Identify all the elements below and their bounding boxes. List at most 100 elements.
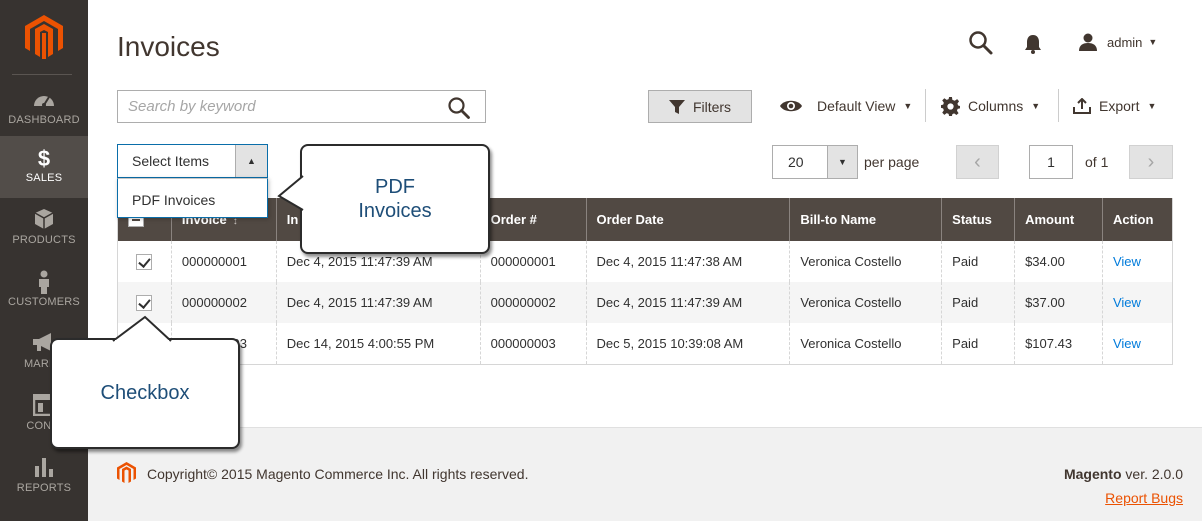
user-icon <box>1079 33 1097 51</box>
search-submit-button[interactable] <box>447 96 471 120</box>
callout-pointer <box>277 175 308 211</box>
filter-icon <box>668 99 685 114</box>
cell-amount: $37.00 <box>1014 282 1103 323</box>
cell-order: 000000003 <box>480 323 587 364</box>
mass-action-toggle[interactable]: ▲ <box>235 145 267 177</box>
row-select-cell <box>117 241 172 282</box>
per-page-value: 20 <box>788 154 804 170</box>
notifications-button[interactable] <box>1022 33 1044 55</box>
sidebar-item-sales[interactable]: $ SALES <box>0 136 88 198</box>
search-input[interactable] <box>118 91 428 122</box>
per-page-toggle[interactable]: ▼ <box>827 146 857 178</box>
magento-logo[interactable] <box>0 0 88 74</box>
copyright-text: Copyright© 2015 Magento Commerce Inc. Al… <box>147 466 529 482</box>
previous-page-button[interactable]: ‹ <box>956 145 999 179</box>
dashboard-icon <box>0 88 88 114</box>
column-header-order-date[interactable]: Order Date <box>586 198 791 241</box>
mass-action-menu: PDF Invoices <box>117 178 268 218</box>
sidebar-item-label: PRODUCTS <box>12 234 76 246</box>
dollar-icon: $ <box>37 146 51 171</box>
table-row: 000000001 Dec 4, 2015 11:47:39 AM 000000… <box>117 241 1173 282</box>
cell-amount: $107.43 <box>1014 323 1103 364</box>
box-icon <box>0 208 88 234</box>
callout-pointer <box>112 315 172 346</box>
row-checkbox[interactable] <box>136 253 153 270</box>
column-header-label: Amount <box>1025 212 1075 227</box>
callout-text: Checkbox <box>100 382 190 404</box>
version-number: ver. 2.0.0 <box>1121 466 1183 482</box>
search-icon <box>448 97 470 119</box>
cell-invoice-date: Dec 14, 2015 4:00:55 PM <box>276 323 481 364</box>
sidebar-item-dashboard[interactable]: DASHBOARD <box>0 78 88 140</box>
chevron-up-icon: ▲ <box>247 156 256 166</box>
cell-order: 000000002 <box>480 282 587 323</box>
bell-icon <box>1025 35 1041 54</box>
export-label: Export <box>1099 98 1140 114</box>
cell-status: Paid <box>941 282 1016 323</box>
table-row: 000000003 Dec 14, 2015 4:00:55 PM 000000… <box>117 323 1173 364</box>
column-header-status[interactable]: Status <box>941 198 1016 241</box>
view-link[interactable]: View <box>1113 254 1141 269</box>
grid-header-row: Invoice ↕ In Order # Order Date Bill-to N… <box>117 198 1173 241</box>
cell-status: Paid <box>941 323 1016 364</box>
column-header-label: Status <box>952 212 992 227</box>
version-text: Magento ver. 2.0.0 <box>1064 466 1183 482</box>
global-search-button[interactable] <box>968 30 994 56</box>
sidebar-item-customers[interactable]: CUSTOMERS <box>0 260 88 322</box>
chevron-down-icon: ▼ <box>903 101 913 111</box>
next-page-button[interactable]: › <box>1129 145 1173 179</box>
cell-action: View <box>1102 282 1173 323</box>
sidebar-item-label: DASHBOARD <box>8 114 80 126</box>
callout-line: PDF <box>375 176 415 198</box>
column-header-order[interactable]: Order # <box>480 198 587 241</box>
keyword-search <box>117 90 486 123</box>
default-view-label: Default View <box>817 98 896 114</box>
per-page-label: per page <box>864 154 920 170</box>
view-link[interactable]: View <box>1113 295 1141 310</box>
page-count-label: of 1 <box>1085 154 1109 170</box>
columns-dropdown[interactable]: Columns ▼ <box>941 95 1040 117</box>
magento-footer-logo <box>117 462 136 489</box>
column-header-amount[interactable]: Amount <box>1014 198 1103 241</box>
chevron-down-icon: ▼ <box>1147 101 1157 111</box>
report-bugs-link[interactable]: Report Bugs <box>1105 490 1183 506</box>
mass-action-select[interactable]: Select Items ▲ <box>117 144 268 178</box>
magento-logo-icon <box>117 462 136 483</box>
cell-bill-to: Veronica Costello <box>789 323 943 364</box>
chevron-right-icon: › <box>1147 150 1155 173</box>
sidebar-item-products[interactable]: PRODUCTS <box>0 198 88 260</box>
table-row: 000000002 Dec 4, 2015 11:47:39 AM 000000… <box>117 282 1173 323</box>
cell-amount: $34.00 <box>1014 241 1103 282</box>
chevron-down-icon: ▼ <box>1148 37 1158 47</box>
chevron-down-icon: ▼ <box>1031 101 1041 111</box>
per-page-select[interactable]: 20 ▼ <box>772 145 858 179</box>
sidebar-item-label: CUSTOMERS <box>8 296 80 308</box>
default-view-dropdown[interactable]: Default View ▼ <box>779 95 912 117</box>
column-header-label: Action <box>1112 212 1154 227</box>
menu-item-pdf-invoices[interactable]: PDF Invoices <box>132 192 215 208</box>
row-checkbox[interactable] <box>136 294 153 311</box>
filters-label: Filters <box>692 98 732 115</box>
page-number-input[interactable]: 1 <box>1029 145 1073 179</box>
cell-order-date: Dec 5, 2015 10:39:08 AM <box>586 323 791 364</box>
columns-label: Columns <box>968 98 1024 114</box>
user-menu[interactable]: admin ▼ <box>1078 31 1157 53</box>
cell-order-date: Dec 4, 2015 11:47:39 AM <box>586 282 791 323</box>
cell-bill-to: Veronica Costello <box>789 241 943 282</box>
view-link[interactable]: View <box>1113 336 1141 351</box>
export-dropdown[interactable]: Export ▼ <box>1073 95 1156 117</box>
column-header-label: Order # <box>490 212 537 227</box>
cell-invoice: 000000002 <box>171 282 277 323</box>
cell-order: 000000001 <box>480 241 587 282</box>
cell-bill-to: Veronica Costello <box>789 282 943 323</box>
filters-button[interactable]: Filters <box>648 90 752 123</box>
export-icon <box>1073 98 1091 114</box>
eye-icon <box>780 100 802 112</box>
callout-text: PDF Invoices <box>358 175 431 223</box>
cell-invoice-date: Dec 4, 2015 11:47:39 AM <box>276 282 481 323</box>
column-header-bill-to[interactable]: Bill-to Name <box>789 198 943 241</box>
column-header-label: Bill-to Name <box>800 212 877 227</box>
magento-logo-icon <box>25 15 63 59</box>
brand-name: Magento <box>1063 466 1122 482</box>
sidebar-item-reports[interactable]: REPORTS <box>0 446 88 508</box>
